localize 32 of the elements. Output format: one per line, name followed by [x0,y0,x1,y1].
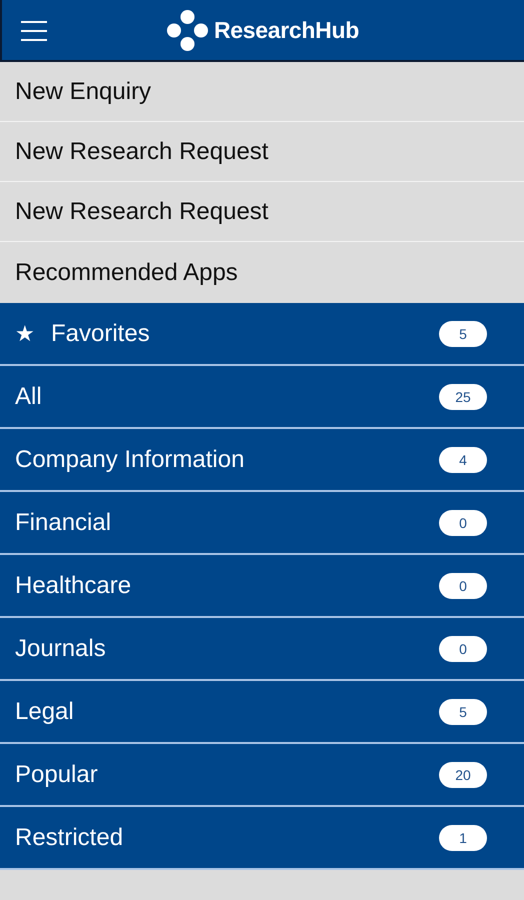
count-badge: 5 [439,698,487,724]
category-label: Popular [15,760,99,788]
category-item[interactable]: ★ Favorites 5 [0,303,524,366]
category-item[interactable]: Healthcare 0 [0,555,524,618]
category-item[interactable]: Journals 0 [0,618,524,681]
count-badge: 5 [439,320,487,346]
menu-icon [20,19,48,43]
count-badge: 25 [439,384,487,410]
category-label: Company Information [15,446,246,474]
category-item[interactable]: Company Information 4 [0,429,524,492]
category-item[interactable]: All 25 [0,366,524,429]
category-label: Favorites [51,320,151,348]
count-badge: 0 [439,636,487,662]
category-label: Financial [15,508,112,536]
menu-button[interactable] [20,19,48,43]
category-item[interactable]: Legal 5 [0,681,524,744]
logo-icon [167,10,208,50]
category-item[interactable]: Popular 20 [0,744,524,807]
category-item[interactable]: Restricted 1 [0,807,524,870]
category-label: Journals [15,634,107,662]
count-badge: 0 [439,572,487,598]
category-item[interactable]: Financial 0 [0,492,524,555]
count-badge: 0 [439,510,487,536]
category-label: All [15,382,43,410]
category-label: Restricted [15,824,124,852]
star-icon: ★ [15,320,35,346]
count-badge: 20 [439,762,487,788]
count-badge: 4 [439,446,487,472]
app-title: ResearchHub [214,16,359,44]
category-label: Legal [15,698,75,726]
count-badge: 1 [439,824,487,850]
category-label: Healthcare [15,572,132,600]
